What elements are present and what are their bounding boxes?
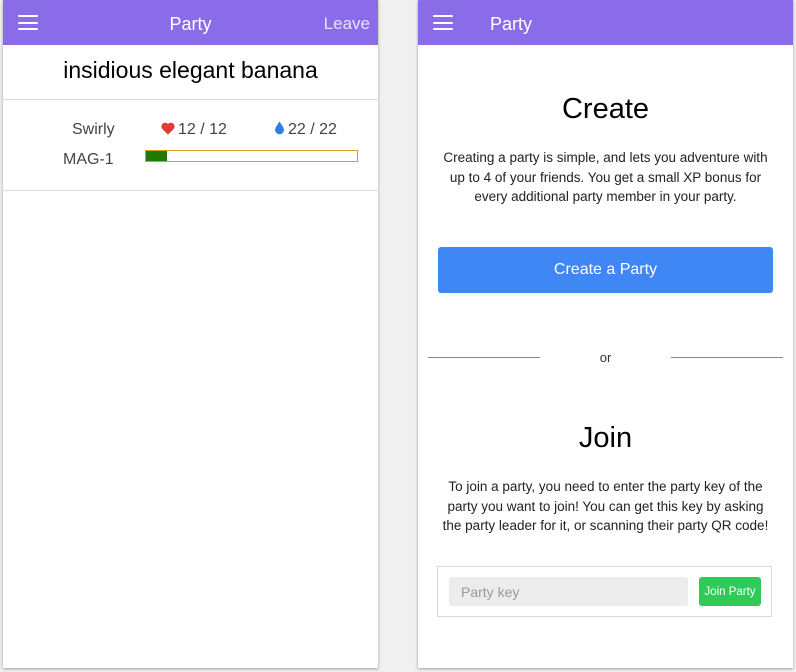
divider (3, 190, 378, 191)
create-heading: Create (561, 93, 650, 125)
app-bar-title: Party (490, 14, 533, 34)
join-heading: Join (578, 422, 633, 454)
app-bar: Party Leave (3, 0, 378, 45)
hamburger-menu-icon[interactable] (433, 15, 453, 30)
member-class-level: MAG-1 (63, 151, 114, 168)
member-mana: 22 / 22 (274, 121, 337, 139)
party-name: insidious elegant banana (63, 57, 318, 83)
water-drop-icon (275, 121, 284, 135)
member-health: 12 / 12 (161, 121, 227, 139)
party-screen-create-join: Party Create Creating a party is simple,… (418, 0, 793, 668)
app-bar-title: Party (169, 14, 212, 34)
xp-progress-fill (146, 151, 168, 161)
create-party-button[interactable]: Create a Party (438, 247, 773, 293)
create-description: Creating a party is simple, and lets you… (443, 150, 768, 204)
leave-button[interactable]: Leave (324, 0, 370, 48)
app-bar: Party (418, 0, 793, 45)
xp-progress-bar (145, 150, 358, 162)
join-form: Join Party (437, 566, 772, 617)
member-mana-value: 22 / 22 (288, 121, 337, 138)
join-description: To join a party, you need to enter the p… (442, 479, 769, 533)
member-health-value: 12 / 12 (178, 121, 227, 138)
party-member-row[interactable]: Swirly MAG-1 12 / 12 22 / 22 (3, 100, 378, 190)
or-divider-right (671, 357, 783, 358)
party-screen-joined: Party Leave insidious elegant banana Swi… (3, 0, 378, 668)
heart-icon (161, 122, 175, 135)
join-party-button[interactable]: Join Party (699, 577, 761, 606)
party-key-input[interactable] (449, 577, 688, 606)
member-name: Swirly (72, 121, 115, 138)
